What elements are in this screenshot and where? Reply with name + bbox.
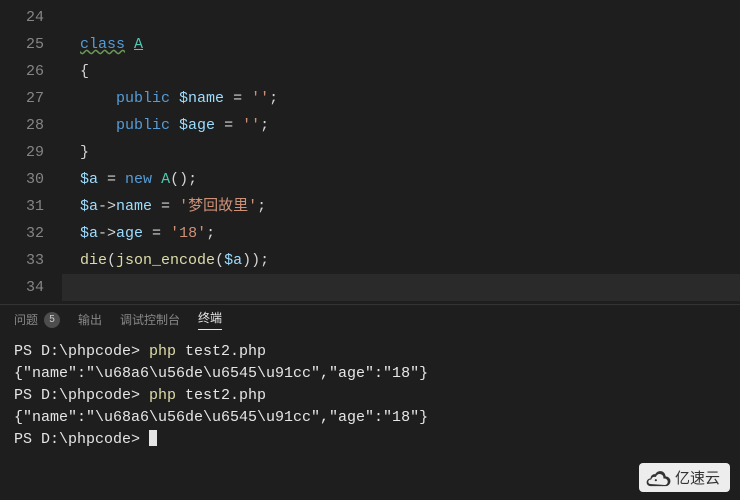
code-line[interactable]: $a->age = '18'; — [62, 220, 740, 247]
token: = — [143, 225, 170, 242]
code-line[interactable]: public $name = ''; — [62, 85, 740, 112]
token: '18' — [170, 225, 206, 242]
token: public — [116, 90, 170, 107]
line-number: 31 — [0, 193, 62, 220]
tab-debug-console[interactable]: 调试控制台 — [120, 311, 180, 328]
token: $name — [179, 90, 224, 107]
code-line[interactable]: } — [62, 139, 740, 166]
line-number: 27 — [0, 85, 62, 112]
token — [80, 117, 116, 134]
terminal-segment: test2.php — [176, 343, 266, 360]
token: A — [161, 171, 170, 188]
token: $a — [80, 198, 98, 215]
watermark: 亿速云 — [639, 463, 730, 492]
token: = — [152, 198, 179, 215]
panel-tabs: 问题 5 输出 调试控制台 终端 — [0, 305, 740, 335]
code-line[interactable]: $a->name = '梦回故里'; — [62, 193, 740, 220]
token — [170, 117, 179, 134]
tab-problems-label: 问题 — [14, 311, 38, 328]
token: = — [98, 171, 125, 188]
code-line[interactable]: class A — [62, 31, 740, 58]
tab-terminal[interactable]: 终端 — [198, 309, 222, 330]
token — [125, 36, 134, 53]
token: '' — [242, 117, 260, 134]
token: (); — [170, 171, 197, 188]
token: = — [224, 90, 251, 107]
bottom-panel: 问题 5 输出 调试控制台 终端 PS D:\phpcode> php test… — [0, 304, 740, 457]
terminal-segment: test2.php — [176, 387, 266, 404]
token: '梦回故里' — [179, 198, 257, 215]
token: ; — [206, 225, 215, 242]
line-number: 26 — [0, 58, 62, 85]
terminal-line: {"name":"\u68a6\u56de\u6545\u91cc","age"… — [14, 363, 726, 385]
terminal-segment: PS D:\phpcode> — [14, 431, 149, 448]
token: -> — [98, 225, 116, 242]
tab-output[interactable]: 输出 — [78, 311, 102, 328]
terminal-segment: php — [149, 387, 176, 404]
terminal-segment: {"name":"\u68a6\u56de\u6545\u91cc","age"… — [14, 365, 428, 382]
line-number: 33 — [0, 247, 62, 274]
code-editor: 2425262728293031323334 class A { public $… — [0, 0, 740, 304]
token: A — [134, 36, 143, 53]
line-number: 24 — [0, 4, 62, 31]
problems-count-badge: 5 — [44, 312, 60, 328]
terminal-segment: PS D:\phpcode> — [14, 387, 149, 404]
code-line[interactable] — [62, 4, 740, 31]
tab-output-label: 输出 — [78, 311, 102, 328]
code-line[interactable]: die(json_encode($a)); — [62, 247, 740, 274]
cloud-icon — [645, 469, 671, 487]
token: ( — [107, 252, 116, 269]
code-line[interactable] — [62, 274, 740, 301]
token — [80, 90, 116, 107]
token: new — [125, 171, 152, 188]
tab-terminal-label: 终端 — [198, 309, 222, 330]
tab-debug-label: 调试控制台 — [120, 311, 180, 328]
terminal-cursor — [149, 430, 157, 446]
token: $age — [179, 117, 215, 134]
token: $a — [80, 225, 98, 242]
token: ; — [257, 198, 266, 215]
token: name — [116, 198, 152, 215]
terminal-segment: {"name":"\u68a6\u56de\u6545\u91cc","age"… — [14, 409, 428, 426]
code-line[interactable]: public $age = ''; — [62, 112, 740, 139]
terminal-output[interactable]: PS D:\phpcode> php test2.php {"name":"\u6… — [0, 335, 740, 457]
line-number: 34 — [0, 274, 62, 301]
token: $a — [224, 252, 242, 269]
terminal-line: PS D:\phpcode> — [14, 429, 726, 451]
token: { — [80, 63, 89, 80]
token: ; — [269, 90, 278, 107]
token: class — [80, 36, 125, 53]
watermark-text: 亿速云 — [675, 467, 720, 488]
terminal-line: PS D:\phpcode> php test2.php — [14, 385, 726, 407]
token: age — [116, 225, 143, 242]
token: public — [116, 117, 170, 134]
code-line[interactable]: $a = new A(); — [62, 166, 740, 193]
token: )); — [242, 252, 269, 269]
token: '' — [251, 90, 269, 107]
tab-problems[interactable]: 问题 5 — [14, 311, 60, 328]
code-line[interactable]: { — [62, 58, 740, 85]
token: } — [80, 144, 89, 161]
line-number-gutter: 2425262728293031323334 — [0, 0, 62, 304]
terminal-line: {"name":"\u68a6\u56de\u6545\u91cc","age"… — [14, 407, 726, 429]
terminal-segment: PS D:\phpcode> — [14, 343, 149, 360]
token: = — [215, 117, 242, 134]
code-area[interactable]: class A { public $name = ''; public $age … — [62, 0, 740, 304]
token: json_encode — [116, 252, 215, 269]
line-number: 28 — [0, 112, 62, 139]
terminal-line: PS D:\phpcode> php test2.php — [14, 341, 726, 363]
token: $a — [80, 171, 98, 188]
token: ; — [260, 117, 269, 134]
token — [152, 171, 161, 188]
line-number: 30 — [0, 166, 62, 193]
token: die — [80, 252, 107, 269]
token: -> — [98, 198, 116, 215]
token: ( — [215, 252, 224, 269]
line-number: 32 — [0, 220, 62, 247]
token — [170, 90, 179, 107]
terminal-segment: php — [149, 343, 176, 360]
line-number: 29 — [0, 139, 62, 166]
line-number: 25 — [0, 31, 62, 58]
